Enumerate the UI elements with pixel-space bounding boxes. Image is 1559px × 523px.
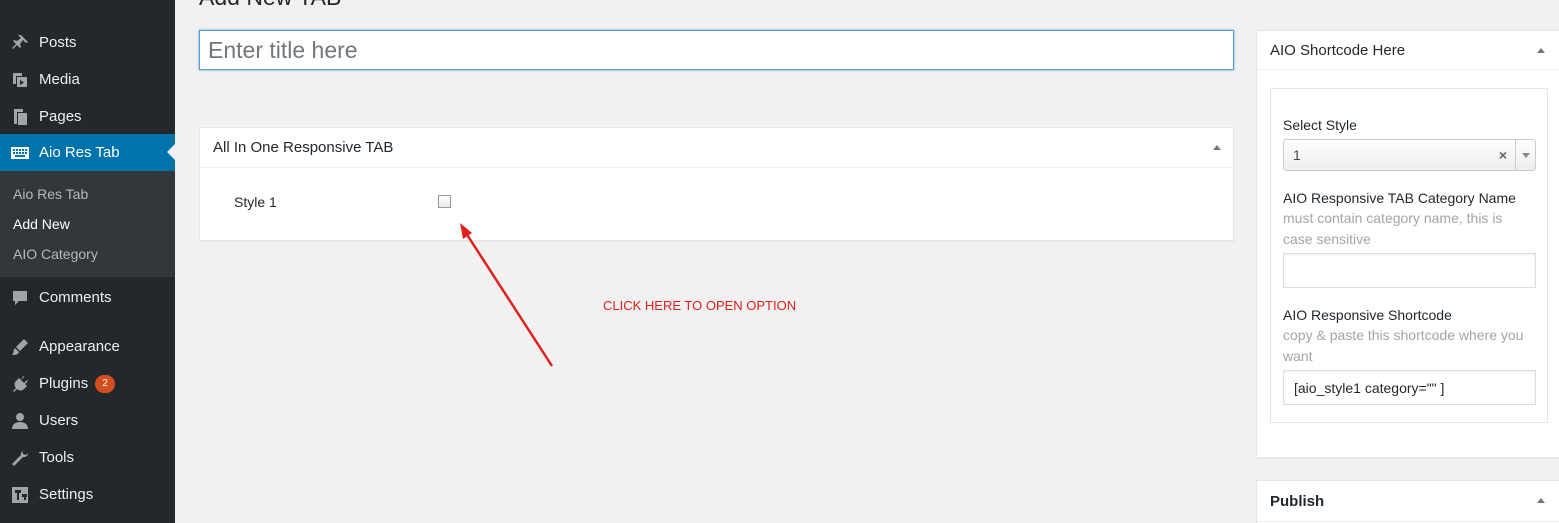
comment-icon <box>10 288 30 308</box>
sidebar-item-posts[interactable]: Posts <box>0 24 175 61</box>
clear-icon[interactable]: × <box>1499 147 1507 163</box>
sidebar-item-label: Users <box>39 412 79 429</box>
sidebar-item-appearance[interactable]: Appearance <box>0 328 175 365</box>
category-name-description: must contain category name, this is case… <box>1283 210 1503 247</box>
active-pointer <box>167 144 175 160</box>
sidebar-item-media[interactable]: Media <box>0 61 175 98</box>
update-count-badge: 2 <box>95 374 116 393</box>
sidebar-item-users[interactable]: Users <box>0 402 175 439</box>
metabox-title: Publish <box>1270 492 1325 510</box>
submenu-item-aio-res-tab[interactable]: Aio Res Tab <box>13 186 88 202</box>
publish-metabox: Publish <box>1256 480 1559 523</box>
sidebar-item-label: Media <box>39 71 80 88</box>
metabox-title: AIO Shortcode Here <box>1270 41 1406 59</box>
page-title: Add New TAB <box>199 0 341 11</box>
metabox-title: All In One Responsive TAB <box>213 139 394 156</box>
sidebar-item-settings[interactable]: Settings <box>0 476 175 513</box>
sidebar-item-pages[interactable]: Pages <box>0 98 175 135</box>
sidebar-item-label: Settings <box>39 486 94 503</box>
sidebar-item-label: Tools <box>39 449 75 466</box>
shortcode-label: AIO Responsive Shortcode <box>1283 307 1452 323</box>
sidebar-item-label: Pages <box>39 108 82 125</box>
aio-metabox: All In One Responsive TAB Style 1 <box>199 127 1234 241</box>
shortcode-settings-panel: Select Style 1 × AIO Responsive TAB Cate… <box>1270 88 1548 423</box>
sidebar-item-label: Plugins <box>39 375 89 392</box>
style-select[interactable]: 1 × <box>1283 139 1536 171</box>
wrench-icon <box>10 448 30 468</box>
sidebar-item-aio-res-tab[interactable]: Aio Res Tab <box>0 134 175 171</box>
sidebar-item-label: Aio Res Tab <box>39 144 120 161</box>
sidebar-item-tools[interactable]: Tools <box>0 439 175 476</box>
collapse-arrow-icon[interactable] <box>1537 48 1545 53</box>
category-name-input[interactable] <box>1283 253 1536 288</box>
category-name-label: AIO Responsive TAB Category Name <box>1283 190 1516 206</box>
style-option-label: Style 1 <box>234 194 277 210</box>
collapse-arrow-icon[interactable] <box>1213 145 1221 150</box>
keyboard-icon <box>10 143 30 163</box>
submenu-item-aio-category[interactable]: AIO Category <box>13 246 98 262</box>
chevron-down-icon <box>1521 152 1530 158</box>
style-select-value: 1 <box>1293 147 1301 163</box>
settings-icon <box>10 485 30 505</box>
metabox-header[interactable]: Publish <box>1257 481 1559 522</box>
shortcode-output-input[interactable] <box>1283 370 1536 405</box>
submenu-item-add-new[interactable]: Add New <box>13 216 70 232</box>
media-icon <box>10 70 30 90</box>
collapse-arrow-icon[interactable] <box>1537 498 1545 503</box>
plugin-icon <box>10 374 30 394</box>
shortcode-metabox: AIO Shortcode Here Select Style 1 × AIO … <box>1256 30 1559 458</box>
annotation-text: CLICK HERE TO OPEN OPTION <box>603 298 797 313</box>
user-icon <box>10 411 30 431</box>
annotation-arrow <box>460 223 554 367</box>
sidebar-submenu: Aio Res Tab Add New AIO Category <box>0 171 175 277</box>
metabox-header[interactable]: All In One Responsive TAB <box>200 128 1233 168</box>
shortcode-description: copy & paste this shortcode where you wa… <box>1283 327 1524 364</box>
sidebar-item-label: Posts <box>39 34 77 51</box>
post-title-input[interactable] <box>199 30 1234 70</box>
pushpin-icon <box>10 33 30 53</box>
sidebar-item-comments[interactable]: Comments <box>0 279 175 316</box>
pages-icon <box>10 107 30 127</box>
select-style-label: Select Style <box>1283 117 1357 133</box>
style-1-checkbox[interactable] <box>438 195 451 208</box>
dropdown-toggle[interactable] <box>1515 140 1535 170</box>
sidebar-item-label: Comments <box>39 289 112 306</box>
metabox-header[interactable]: AIO Shortcode Here <box>1257 31 1559 70</box>
brush-icon <box>10 337 30 357</box>
admin-sidebar: Posts Media Pages Aio Res Tab Aio Res Ta… <box>0 0 175 523</box>
sidebar-item-plugins[interactable]: Plugins 2 <box>0 365 175 402</box>
sidebar-item-label: Appearance <box>39 338 120 355</box>
